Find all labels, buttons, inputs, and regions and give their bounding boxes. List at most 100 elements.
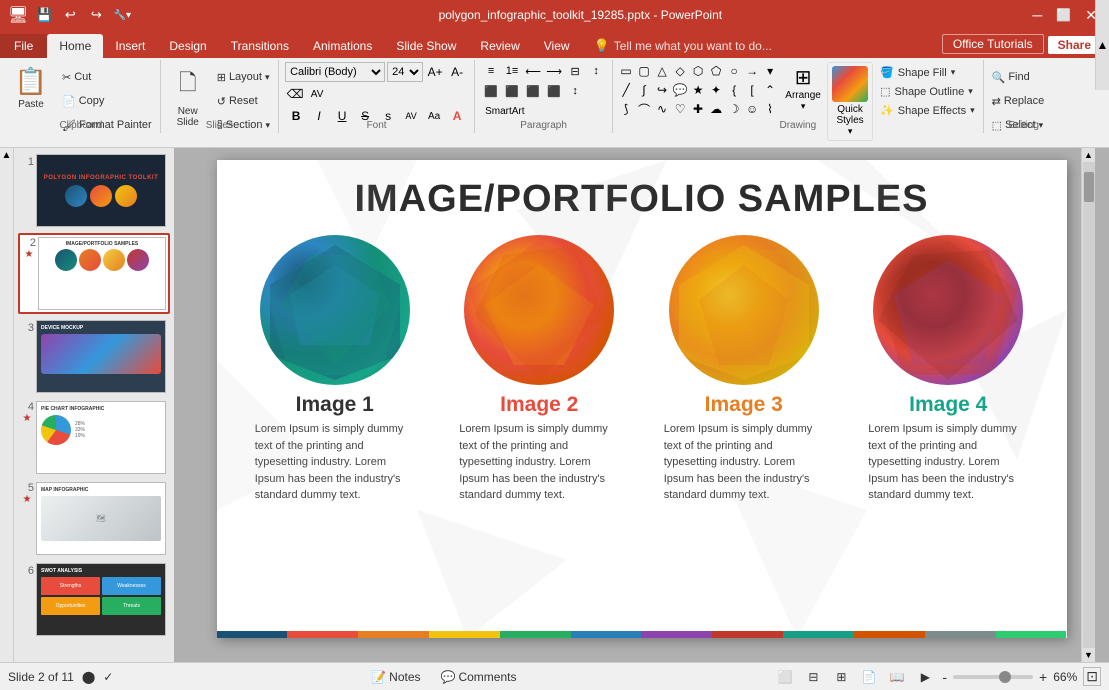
decrease-indent-btn[interactable]: ⟵ [523,62,543,80]
font-decrease-btn[interactable]: A- [447,62,467,82]
shape-fill-btn[interactable]: 🪣Shape Fill▾ [876,64,979,81]
align-left-btn[interactable]: ⬛ [481,82,501,100]
tab-review[interactable]: Review [468,34,531,58]
find-btn[interactable]: 🔍Find [988,66,1060,88]
customize-btn[interactable]: 🔧▾ [112,5,132,25]
bullets-btn[interactable]: ≡ [481,62,501,80]
save-btn[interactable]: 💾 [34,5,54,25]
scroll-thumb[interactable] [1084,172,1094,202]
shape-brace[interactable]: { [725,81,743,99]
shape-cylinder[interactable]: ⬡ [689,62,707,80]
shape-curve[interactable]: ∫ [635,81,653,99]
zoom-in-btn[interactable]: + [1039,669,1047,685]
shape-outline-icon: ⬚ [880,85,890,98]
reset-btn[interactable]: ↺Reset [213,90,274,112]
layout-btn[interactable]: ⊞Layout▾ [213,66,274,88]
tab-tell-me[interactable]: 💡 Tell me what you want to do... [582,34,784,58]
shape-effects-btn[interactable]: ✨Shape Effects▾ [876,102,979,119]
share-btn[interactable]: Share [1048,36,1101,54]
font-size-select[interactable]: 24 [387,62,423,82]
shape-diamond[interactable]: ◇ [671,62,689,80]
slide-thumb-2[interactable]: 2 ★ IMAGE/PORTFOLIO SAMPLES [18,233,170,314]
tab-view[interactable]: View [532,34,582,58]
shape-heart[interactable]: ♡ [671,100,689,118]
scroll-down-handle[interactable]: ▼ [1082,648,1095,662]
shape-pentagon[interactable]: ⬠ [707,62,725,80]
slide-thumb-6[interactable]: 6 SWOT ANALYSIS Strengths Weaknesses Opp… [18,561,170,638]
shape-callout[interactable]: 💬 [671,81,689,99]
copy-btn[interactable]: 📄Copy [58,90,156,112]
slide-thumb-5[interactable]: 5 ★ MAP INFOGRAPHIC 🗺 [18,480,170,557]
notes-btn[interactable]: 📝 Notes [365,669,426,685]
shape-scroll[interactable]: ⌃ [761,81,779,99]
office-tutorials-btn[interactable]: Office Tutorials [942,34,1044,54]
shape-line[interactable]: ╱ [617,81,635,99]
shape-rounded-rect[interactable]: ▢ [635,62,653,80]
tab-insert[interactable]: Insert [103,34,157,58]
slide-panel-scroll-up[interactable]: ▲ [0,148,14,662]
comments-btn[interactable]: 💬 Comments [435,669,523,685]
align-center-btn[interactable]: ⬛ [502,82,522,100]
tab-animations[interactable]: Animations [301,34,384,58]
view-notes-page-btn[interactable]: 📄 [858,667,880,687]
shape-star5[interactable]: ★ [689,81,707,99]
cut-btn[interactable]: ✂Cut [58,66,156,88]
shape-smiley[interactable]: ☺ [743,100,761,118]
font-increase-btn[interactable]: A+ [425,62,445,82]
shape-cross[interactable]: ✚ [689,100,707,118]
view-normal-btn[interactable]: ⬜ [774,667,796,687]
view-reading-btn[interactable]: 📖 [886,667,908,687]
shape-freeform[interactable]: ⟆ [617,100,635,118]
tab-home[interactable]: Home [47,34,103,58]
zoom-out-btn[interactable]: - [942,669,947,685]
shape-connector[interactable]: ↪ [653,81,671,99]
expand-ribbon-btn[interactable]: ▲ [1095,58,1109,90]
align-right-btn[interactable]: ⬛ [523,82,543,100]
tab-design[interactable]: Design [157,34,218,58]
view-slide-sorter-btn[interactable]: ⊞ [830,667,852,687]
shape-cloud[interactable]: ☁ [707,100,725,118]
tab-transitions[interactable]: Transitions [219,34,301,58]
text-direction-btn[interactable]: ↕ [565,82,585,100]
zoom-slider[interactable] [953,675,1033,679]
shape-scroll2[interactable]: ⌇ [761,100,779,118]
slide-thumb-1[interactable]: 1 POLYGON INFOGRAPHIC TOOLKIT [18,152,170,229]
slide-canvas[interactable]: IMAGE/PORTFOLIO SAMPLES Image 1 [217,160,1067,638]
numbering-btn[interactable]: 1≡ [502,62,522,80]
shape-more[interactable]: ▾ [761,62,779,80]
shape-rect[interactable]: ▭ [617,62,635,80]
shape-triangle[interactable]: △ [653,62,671,80]
minimize-btn[interactable]: ─ [1028,7,1046,23]
clear-format-btn[interactable]: ⌫ [285,84,305,104]
shape-moon[interactable]: ☽ [725,100,743,118]
canvas-scroll-top[interactable]: ▲ ▼ [1081,148,1095,662]
shape-outline-btn[interactable]: ⬚Shape Outline▾ [876,83,979,100]
justify-btn[interactable]: ⬛ [544,82,564,100]
slide-thumb-4[interactable]: 4 ★ PIE CHART INFOGRAPHIC 28%33%19% [18,399,170,476]
scroll-up-btn[interactable]: ▲ [2,150,12,161]
font-name-select[interactable]: Calibri (Body) [285,62,385,82]
replace-btn[interactable]: ⇄Replace [988,90,1060,112]
tab-file[interactable]: File [0,34,47,58]
convert-to-smartart-btn[interactable]: SmartArt [481,102,528,120]
shape-arc[interactable]: ⌒ [635,100,653,118]
shape-arrow-right[interactable]: → [743,62,761,80]
fit-slide-btn[interactable]: ⊡ [1083,667,1101,686]
view-outline-btn[interactable]: ⊟ [802,667,824,687]
view-slideshow-btn[interactable]: ▶ [914,667,936,687]
restore-btn[interactable]: ⬜ [1052,8,1075,22]
scroll-up-handle[interactable]: ▲ [1082,148,1095,162]
tab-slideshow[interactable]: Slide Show [384,34,468,58]
undo-btn[interactable]: ↩ [60,5,80,25]
shape-oval[interactable]: ○ [725,62,743,80]
char-spacing-btn[interactable]: AV [307,84,327,104]
zoom-handle[interactable] [999,671,1011,683]
columns-btn[interactable]: ⊟ [565,62,585,80]
redo-btn[interactable]: ↪ [86,5,106,25]
shape-wavy[interactable]: ∿ [653,100,671,118]
increase-indent-btn[interactable]: ⟶ [544,62,564,80]
slide-thumb-3[interactable]: 3 DEVICE MOCKUP [18,318,170,395]
line-spacing-btn[interactable]: ↕ [586,62,606,80]
shape-bracket[interactable]: [ [743,81,761,99]
shape-star6[interactable]: ✦ [707,81,725,99]
